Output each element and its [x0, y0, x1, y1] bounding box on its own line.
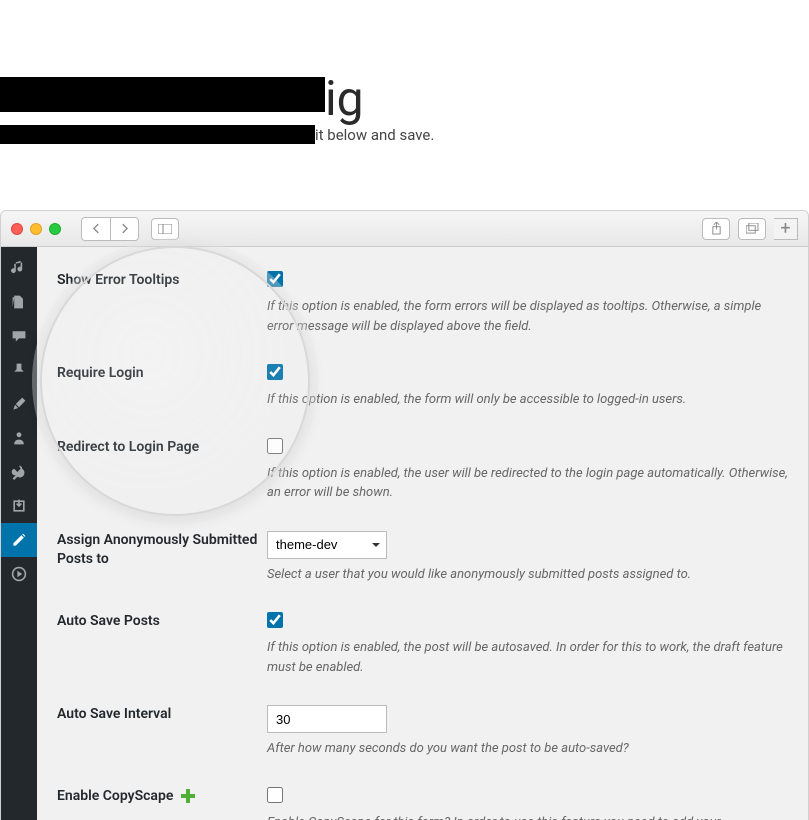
setting-description: If this option is enabled, the post will… [267, 638, 788, 677]
obscured-subtitle-bar [0, 125, 315, 144]
sidebar-item-tools[interactable] [1, 455, 37, 489]
auto-save-checkbox[interactable] [267, 612, 283, 628]
setting-label: Auto Save Interval [57, 705, 267, 759]
require-login-checkbox[interactable] [267, 364, 283, 380]
setting-label: Redirect to Login Page [57, 438, 267, 503]
maximize-window-button[interactable] [49, 223, 61, 235]
sidebar-item-import[interactable] [1, 489, 37, 523]
sidebar-item-pages[interactable] [1, 285, 37, 319]
setting-row-redirect-login: Redirect to Login Page If this option is… [57, 424, 788, 517]
setting-label: Show Error Tooltips [57, 271, 267, 336]
setting-row-copyscape: Enable CopyScape Enable CopyScape for th… [57, 773, 788, 820]
setting-description: Select a user that you would like anonym… [267, 565, 788, 585]
auto-save-interval-input[interactable] [267, 705, 387, 733]
sidebar-toggle-button[interactable] [151, 218, 179, 240]
tabs-button[interactable] [738, 218, 766, 240]
setting-row-auto-save: Auto Save Posts If this option is enable… [57, 598, 788, 691]
copyscape-checkbox[interactable] [267, 787, 283, 803]
sidebar-item-pin[interactable] [1, 353, 37, 387]
share-button[interactable] [702, 218, 730, 240]
sidebar-item-current[interactable] [1, 523, 37, 557]
redirect-login-checkbox[interactable] [267, 438, 283, 454]
setting-description: If this option is enabled, the user will… [267, 464, 788, 503]
window-controls [11, 223, 61, 235]
sidebar-item-users[interactable] [1, 421, 37, 455]
back-button[interactable] [82, 218, 110, 240]
setting-row-require-login: Require Login If this option is enabled,… [57, 350, 788, 424]
setting-description: After how many seconds do you want the p… [267, 739, 788, 759]
admin-sidebar [1, 247, 37, 820]
close-window-button[interactable] [11, 223, 23, 235]
setting-row-error-tooltips: Show Error Tooltips If this option is en… [57, 257, 788, 350]
setting-description: Enable CopyScape for this form? In order… [267, 813, 788, 820]
setting-description: If this option is enabled, the form erro… [267, 297, 788, 336]
minimize-window-button[interactable] [30, 223, 42, 235]
setting-row-assign-posts: Assign Anonymously Submitted Posts to th… [57, 517, 788, 599]
sidebar-item-appearance[interactable] [1, 387, 37, 421]
sidebar-item-media[interactable] [1, 251, 37, 285]
setting-label: Require Login [57, 364, 267, 410]
setting-label: Enable CopyScape [57, 787, 267, 820]
plus-icon [181, 789, 195, 803]
page-subtitle-suffix: it below and save. [315, 126, 434, 144]
setting-label: Auto Save Posts [57, 612, 267, 677]
page-title-suffix: ig [325, 70, 364, 127]
browser-titlebar: + [1, 211, 808, 247]
sidebar-item-play[interactable] [1, 557, 37, 591]
setting-description: If this option is enabled, the form will… [267, 390, 788, 410]
setting-label: Assign Anonymously Submitted Posts to [57, 531, 267, 585]
browser-window: + Show Error Tooltips If this option is … [0, 210, 809, 820]
nav-button-group [81, 217, 139, 241]
setting-row-auto-save-interval: Auto Save Interval After how many second… [57, 691, 788, 773]
assign-user-select[interactable]: theme-dev [267, 531, 387, 559]
sidebar-item-comments[interactable] [1, 319, 37, 353]
new-tab-button[interactable]: + [774, 218, 798, 240]
forward-button[interactable] [110, 218, 138, 240]
settings-panel: Show Error Tooltips If this option is en… [37, 247, 808, 820]
obscured-title-bar [0, 77, 325, 112]
error-tooltips-checkbox[interactable] [267, 271, 283, 287]
